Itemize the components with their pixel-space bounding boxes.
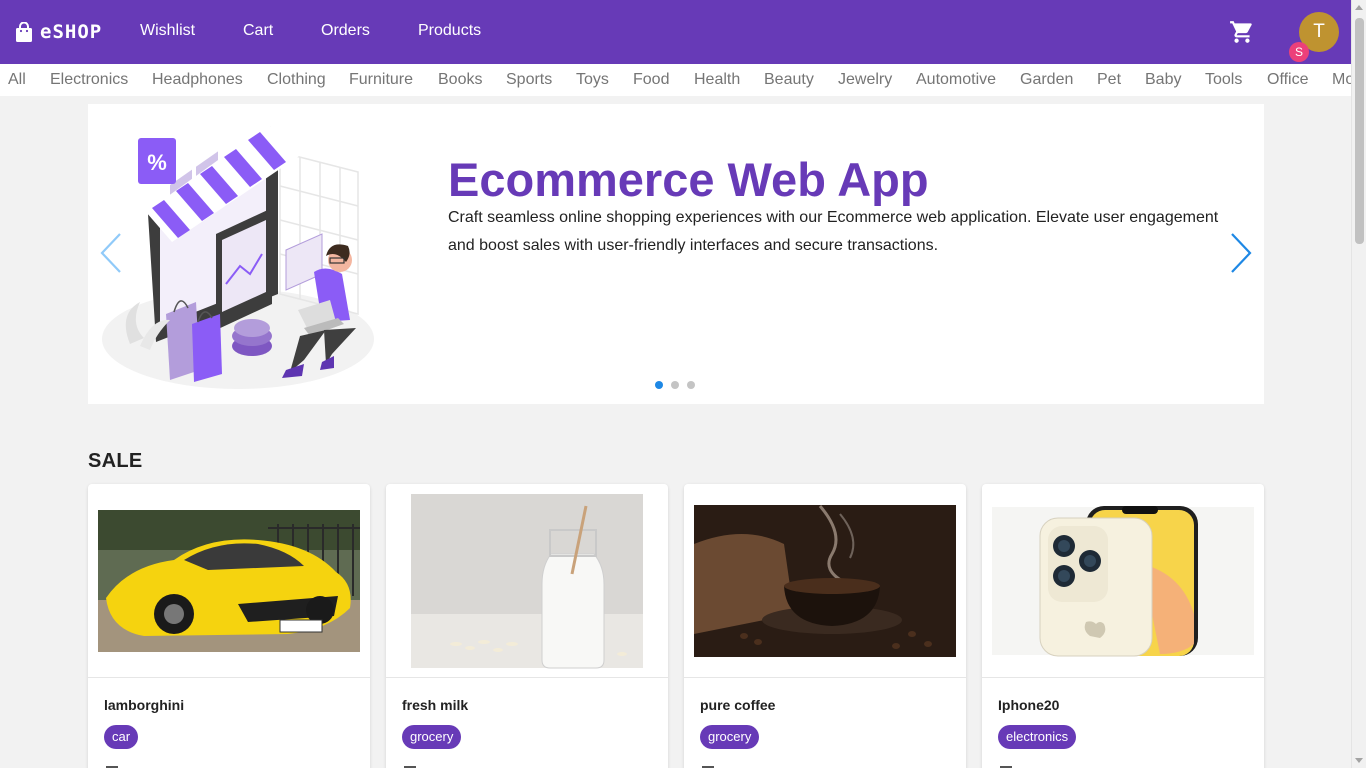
category-pet[interactable]: Pet bbox=[1097, 71, 1121, 89]
category-chip[interactable]: grocery bbox=[700, 725, 760, 749]
product-name: lamborghini bbox=[104, 697, 185, 713]
category-chip[interactable]: grocery bbox=[402, 725, 462, 749]
scroll-down-arrow-icon[interactable] bbox=[1355, 758, 1363, 763]
ecommerce-illustration: % bbox=[102, 124, 374, 389]
chevron-left-icon[interactable] bbox=[96, 230, 126, 276]
top-app-bar: eSHOP Wishlist Cart Orders Products T S bbox=[0, 0, 1351, 64]
category-baby[interactable]: Baby bbox=[1145, 71, 1181, 89]
category-beauty[interactable]: Beauty bbox=[764, 71, 814, 89]
product-card-lamborghini[interactable]: lamborghini car bbox=[88, 484, 370, 768]
hero-description: Craft seamless online shopping experienc… bbox=[448, 209, 1219, 254]
nav-orders[interactable]: Orders bbox=[321, 22, 370, 40]
category-automotive[interactable]: Automotive bbox=[916, 71, 996, 89]
category-sports[interactable]: Sports bbox=[506, 71, 552, 89]
category-toys[interactable]: Toys bbox=[576, 71, 609, 89]
category-books[interactable]: Books bbox=[438, 71, 482, 89]
hero-title: Ecommerce Web App bbox=[448, 153, 929, 206]
product-image bbox=[386, 484, 668, 678]
chevron-right-icon[interactable] bbox=[1226, 230, 1256, 276]
shopping-cart-icon[interactable] bbox=[1229, 19, 1255, 45]
shopping-bag-icon bbox=[16, 22, 32, 42]
category-more[interactable]: Mo bbox=[1332, 71, 1351, 89]
category-furniture[interactable]: Furniture bbox=[349, 71, 413, 89]
category-chip[interactable]: electronics bbox=[998, 725, 1077, 749]
category-office[interactable]: Office bbox=[1267, 71, 1309, 89]
brand-name: eSHOP bbox=[40, 21, 103, 43]
smartphone-image bbox=[992, 506, 1254, 657]
category-electronics[interactable]: Electronics bbox=[50, 71, 128, 89]
nav-wishlist[interactable]: Wishlist bbox=[140, 22, 195, 40]
carousel-dot-2[interactable] bbox=[671, 381, 679, 389]
category-all[interactable]: All bbox=[8, 71, 26, 89]
carousel-dot-1[interactable] bbox=[655, 381, 663, 389]
brand-logo[interactable]: eSHOP bbox=[15, 20, 102, 44]
discount-badge: % bbox=[147, 150, 167, 175]
product-name: pure coffee bbox=[700, 697, 776, 713]
category-headphones[interactable]: Headphones bbox=[152, 71, 243, 89]
avatar-status-badge: S bbox=[1289, 42, 1309, 62]
category-health[interactable]: Health bbox=[694, 71, 740, 89]
scroll-up-arrow-icon[interactable] bbox=[1355, 5, 1363, 10]
page-scrollbar[interactable] bbox=[1351, 0, 1366, 768]
product-image bbox=[88, 484, 370, 678]
product-name: fresh milk bbox=[402, 697, 469, 713]
nav-cart[interactable]: Cart bbox=[243, 22, 273, 40]
product-card-iphone20[interactable]: Iphone20 electronics bbox=[982, 484, 1264, 768]
category-tools[interactable]: Tools bbox=[1205, 71, 1242, 89]
product-image bbox=[684, 484, 966, 678]
sale-heading: SALE bbox=[88, 450, 143, 472]
category-food[interactable]: Food bbox=[633, 71, 669, 89]
scrollbar-thumb[interactable] bbox=[1355, 18, 1364, 244]
milk-image bbox=[411, 494, 643, 669]
product-name: Iphone20 bbox=[998, 697, 1060, 713]
carousel-indicators bbox=[655, 381, 703, 389]
coffee-image bbox=[694, 505, 956, 657]
category-bar: All Electronics Headphones Clothing Furn… bbox=[0, 64, 1351, 96]
carousel-dot-3[interactable] bbox=[687, 381, 695, 389]
category-clothing[interactable]: Clothing bbox=[267, 71, 326, 89]
product-card-fresh-milk[interactable]: fresh milk grocery bbox=[386, 484, 668, 768]
hero-carousel: % Ecommerce Web App Craft seamless onlin… bbox=[88, 104, 1264, 404]
product-card-pure-coffee[interactable]: pure coffee grocery bbox=[684, 484, 966, 768]
category-jewelry[interactable]: Jewelry bbox=[838, 71, 892, 89]
category-garden[interactable]: Garden bbox=[1020, 71, 1073, 89]
category-chip[interactable]: car bbox=[104, 725, 139, 749]
car-image bbox=[98, 510, 360, 652]
nav-products[interactable]: Products bbox=[418, 22, 481, 40]
product-image bbox=[982, 484, 1264, 678]
